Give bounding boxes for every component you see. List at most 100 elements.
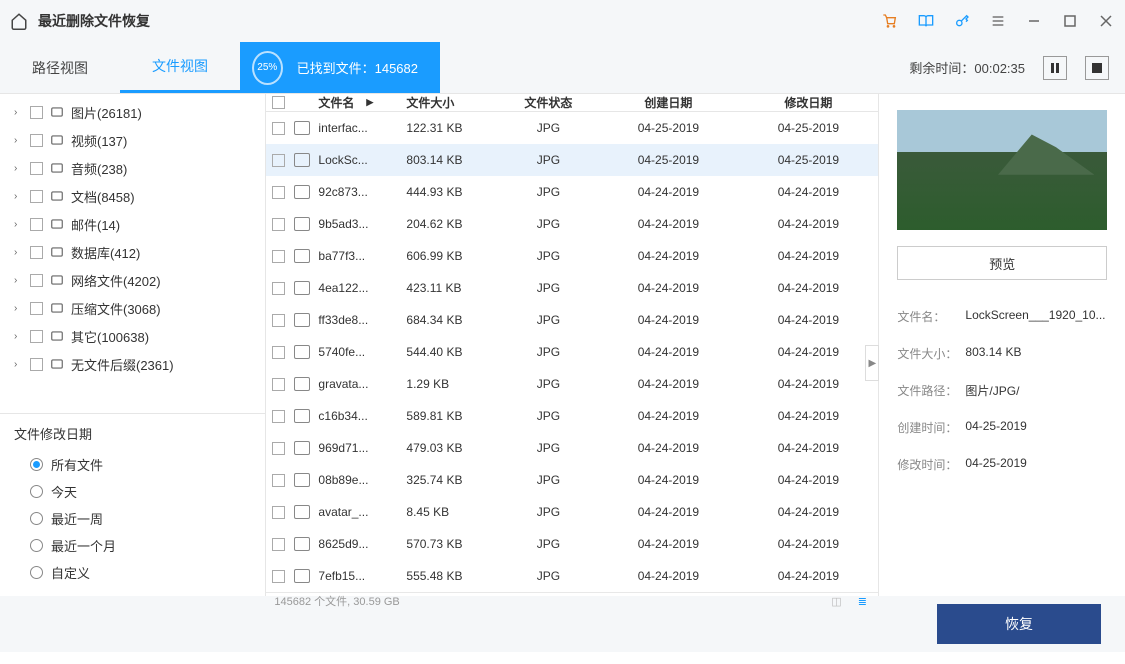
book-icon[interactable] xyxy=(917,12,935,30)
checkbox[interactable] xyxy=(30,190,43,203)
row-checkbox[interactable] xyxy=(272,442,285,455)
col-size[interactable]: 文件大小 xyxy=(402,94,498,111)
row-checkbox[interactable] xyxy=(272,154,285,167)
tab-path-view[interactable]: 路径视图 xyxy=(0,42,120,93)
select-all-checkbox[interactable] xyxy=(272,96,285,109)
row-checkbox[interactable] xyxy=(272,570,285,583)
file-icon xyxy=(294,345,310,359)
row-checkbox[interactable] xyxy=(272,250,285,263)
row-checkbox[interactable] xyxy=(272,378,285,391)
cell-status: JPG xyxy=(498,345,598,359)
col-status[interactable]: 文件状态 xyxy=(498,94,598,111)
table-row[interactable]: 92c873...444.93 KBJPG04-24-201904-24-201… xyxy=(266,176,878,208)
row-checkbox[interactable] xyxy=(272,410,285,423)
close-button[interactable] xyxy=(1097,12,1115,30)
sidebar-item-web[interactable]: ›网络文件(4202) xyxy=(0,266,265,294)
progress-count: 145682 xyxy=(375,61,418,76)
sidebar-item-nofile[interactable]: ›无文件后缀(2361) xyxy=(0,350,265,378)
cart-icon[interactable] xyxy=(881,12,899,30)
sidebar-item-db[interactable]: ›数据库(412) xyxy=(0,238,265,266)
image-icon xyxy=(49,104,65,120)
row-checkbox[interactable] xyxy=(272,474,285,487)
checkbox[interactable] xyxy=(30,106,43,119)
table-row[interactable]: 4ea122...423.11 KBJPG04-24-201904-24-201… xyxy=(266,272,878,304)
meta-row: 文件名：LockScreen___1920_10... xyxy=(897,298,1107,335)
sidebar-item-audio[interactable]: ›音频(238) xyxy=(0,154,265,182)
cell-created: 04-24-2019 xyxy=(598,409,738,423)
table-row[interactable]: interfac...122.31 KBJPG04-25-201904-25-2… xyxy=(266,112,878,144)
table-row[interactable]: 969d71...479.03 KBJPG04-24-201904-24-201… xyxy=(266,432,878,464)
sidebar-item-doc[interactable]: ›文档(8458) xyxy=(0,182,265,210)
chevron-right-icon: › xyxy=(14,247,24,258)
collapse-preview-icon[interactable]: ▶ xyxy=(865,345,879,381)
filter-radio-1[interactable]: 今天 xyxy=(14,478,251,505)
col-filename[interactable]: 文件名▶ xyxy=(314,94,402,111)
checkbox[interactable] xyxy=(30,134,43,147)
preview-button[interactable]: 预览 xyxy=(897,246,1107,280)
table-row[interactable]: 7efb15...555.48 KBJPG04-24-201904-24-201… xyxy=(266,560,878,592)
sidebar-item-image[interactable]: ›图片(26181) xyxy=(0,98,265,126)
table-row[interactable]: ba77f3...606.99 KBJPG04-24-201904-24-201… xyxy=(266,240,878,272)
file-icon xyxy=(294,409,310,423)
cell-name: gravata... xyxy=(314,377,402,391)
radio-icon xyxy=(30,512,43,525)
cell-created: 04-24-2019 xyxy=(598,569,738,583)
table-row[interactable]: LockSc...803.14 KBJPG04-25-201904-25-201… xyxy=(266,144,878,176)
checkbox[interactable] xyxy=(30,162,43,175)
checkbox[interactable] xyxy=(30,274,43,287)
table-row[interactable]: 9b5ad3...204.62 KBJPG04-24-201904-24-201… xyxy=(266,208,878,240)
row-checkbox[interactable] xyxy=(272,218,285,231)
table-row[interactable]: 08b89e...325.74 KBJPG04-24-201904-24-201… xyxy=(266,464,878,496)
cell-name: 92c873... xyxy=(314,185,402,199)
row-checkbox[interactable] xyxy=(272,122,285,135)
table-row[interactable]: avatar_...8.45 KBJPG04-24-201904-24-2019 xyxy=(266,496,878,528)
filter-radio-2[interactable]: 最近一周 xyxy=(14,505,251,532)
menu-icon[interactable] xyxy=(989,12,1007,30)
cell-modified: 04-24-2019 xyxy=(738,441,878,455)
home-icon[interactable] xyxy=(10,12,28,30)
table-row[interactable]: gravata...1.29 KBJPG04-24-201904-24-2019 xyxy=(266,368,878,400)
row-checkbox[interactable] xyxy=(272,186,285,199)
row-checkbox[interactable] xyxy=(272,538,285,551)
scan-progress: 25% 已找到文件：145682 xyxy=(240,42,440,93)
row-checkbox[interactable] xyxy=(272,346,285,359)
key-icon[interactable] xyxy=(953,12,971,30)
sidebar-item-mail[interactable]: ›邮件(14) xyxy=(0,210,265,238)
cell-size: 803.14 KB xyxy=(402,153,498,167)
minimize-button[interactable] xyxy=(1025,12,1043,30)
checkbox[interactable] xyxy=(30,358,43,371)
row-checkbox[interactable] xyxy=(272,282,285,295)
row-checkbox[interactable] xyxy=(272,314,285,327)
checkbox[interactable] xyxy=(30,330,43,343)
table-row[interactable]: ff33de8...684.34 KBJPG04-24-201904-24-20… xyxy=(266,304,878,336)
file-icon xyxy=(294,281,310,295)
radio-label: 最近一个月 xyxy=(51,536,116,555)
recover-button[interactable]: 恢复 xyxy=(937,604,1101,644)
checkbox[interactable] xyxy=(30,302,43,315)
sidebar-item-zip[interactable]: ›压缩文件(3068) xyxy=(0,294,265,322)
cell-created: 04-24-2019 xyxy=(598,313,738,327)
pause-button[interactable] xyxy=(1043,56,1067,80)
maximize-button[interactable] xyxy=(1061,12,1079,30)
cell-status: JPG xyxy=(498,569,598,583)
col-created[interactable]: 创建日期 xyxy=(598,94,738,111)
tab-file-view[interactable]: 文件视图 xyxy=(120,42,240,93)
sidebar-item-other[interactable]: ›其它(100638) xyxy=(0,322,265,350)
table-row[interactable]: c16b34...589.81 KBJPG04-24-201904-24-201… xyxy=(266,400,878,432)
filter-radio-3[interactable]: 最近一个月 xyxy=(14,532,251,559)
preview-thumbnail xyxy=(897,110,1107,230)
row-checkbox[interactable] xyxy=(272,506,285,519)
table-row[interactable]: 8625d9...570.73 KBJPG04-24-201904-24-201… xyxy=(266,528,878,560)
tree-label: 网络文件(4202) xyxy=(71,271,161,290)
sidebar-item-video[interactable]: ›视频(137) xyxy=(0,126,265,154)
checkbox[interactable] xyxy=(30,218,43,231)
col-modified[interactable]: 修改日期 xyxy=(738,94,878,111)
filter-radio-4[interactable]: 自定义 xyxy=(14,559,251,586)
grid-view-icon[interactable]: ◫ xyxy=(828,593,844,609)
cell-name: avatar_... xyxy=(314,505,402,519)
table-row[interactable]: 5740fe...544.40 KBJPG04-24-201904-24-201… xyxy=(266,336,878,368)
checkbox[interactable] xyxy=(30,246,43,259)
stop-button[interactable] xyxy=(1085,56,1109,80)
filter-radio-0[interactable]: 所有文件 xyxy=(14,451,251,478)
list-view-icon[interactable]: ≣ xyxy=(854,593,870,609)
